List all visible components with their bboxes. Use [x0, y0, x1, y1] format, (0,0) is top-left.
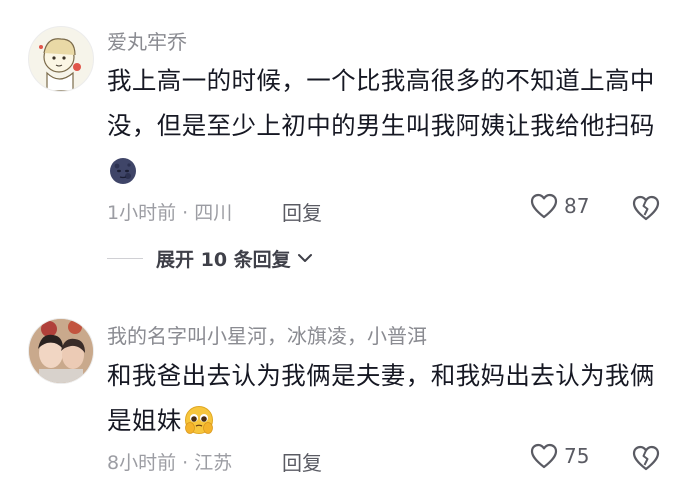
moon-face-emoji-icon [109, 154, 137, 199]
pleading-face-emoji-icon [184, 404, 214, 449]
dislike-button[interactable] [632, 195, 660, 225]
comment-text: 和我爸出去认为我俩是夫妻，和我妈出去认为我俩是姐妹 [107, 353, 667, 449]
expand-replies-label: 展开 10 条回复 [156, 249, 291, 271]
comment-body: 我上高一的时候，一个比我高很多的不知道上高中没，但是至少上初中的男生叫我阿姨让我… [107, 66, 655, 140]
user-avatar[interactable] [28, 26, 94, 92]
broken-heart-icon [632, 445, 660, 475]
user-avatar[interactable] [28, 318, 94, 384]
comment-meta: 8小时前 · 江苏 [107, 452, 233, 474]
avatar-drawing [39, 38, 81, 91]
reply-button[interactable]: 回复 [282, 197, 322, 226]
username[interactable]: 爱丸牢乔 [107, 26, 187, 55]
comment-meta: 1小时前 · 四川 [107, 202, 233, 224]
heart-outline-icon [530, 193, 558, 219]
reply-button[interactable]: 回复 [282, 447, 322, 476]
chevron-down-icon [297, 249, 313, 268]
comment-item: 爱丸牢乔 我上高一的时候，一个比我高很多的不知道上高中没，但是至少上初中的男生叫… [0, 0, 690, 290]
like-button[interactable]: 75 [530, 443, 589, 469]
heart-outline-icon [530, 443, 558, 469]
dislike-button[interactable] [632, 445, 660, 475]
like-count: 87 [564, 194, 590, 218]
divider-line [107, 258, 143, 259]
expand-replies-button[interactable]: 展开 10 条回复 [107, 245, 313, 272]
comment-text: 我上高一的时候，一个比我高很多的不知道上高中没，但是至少上初中的男生叫我阿姨让我… [107, 58, 667, 199]
broken-heart-icon [632, 195, 660, 225]
username[interactable]: 我的名字叫小星河，冰旗凌，小普洱 [107, 320, 427, 349]
like-button[interactable]: 87 [530, 193, 589, 219]
avatar-photo [29, 319, 93, 383]
comment-item: 我的名字叫小星河，冰旗凌，小普洱 和我爸出去认为我俩是夫妻，和我妈出去认为我俩是… [0, 302, 690, 478]
like-count: 75 [564, 444, 590, 468]
